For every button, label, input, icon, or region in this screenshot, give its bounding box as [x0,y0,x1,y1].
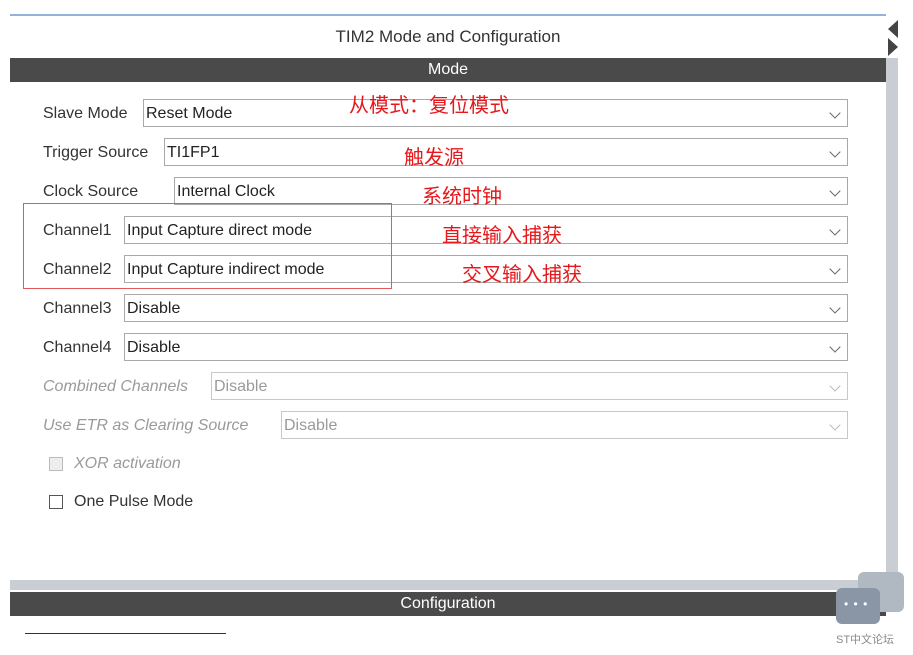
chevron-down-icon [829,146,841,158]
channel4-row: Channel4 Disable [43,333,848,363]
bottom-divider [25,633,226,634]
chevron-down-icon [829,302,841,314]
annotation-channel1: 直接输入捕获 [442,223,562,247]
clock-source-value: Internal Clock [177,183,275,200]
use-etr-select: Disable [281,411,848,439]
chevron-down-icon [829,107,841,119]
mode-section-header[interactable]: Mode [10,58,886,82]
horizontal-scrollbar[interactable] [10,580,886,590]
slave-mode-value: Reset Mode [146,105,233,122]
channel3-select[interactable]: Disable [124,294,848,322]
xor-activation-label: XOR activation [74,455,181,472]
use-etr-value: Disable [284,417,338,434]
watermark: ST中文论坛 [836,634,895,646]
clock-source-select[interactable]: Internal Clock [174,177,848,205]
channel3-row: Channel3 Disable [43,294,848,324]
channel4-value: Disable [127,339,181,356]
channel3-label: Channel3 [43,300,112,317]
annotation-channel2: 交叉输入捕获 [462,262,582,286]
trigger-source-select[interactable]: TI1FP1 [164,138,848,166]
chevron-down-icon [829,224,841,236]
channel-highlight-box [23,203,392,289]
annotation-slave-mode: 从模式：复位模式 [349,93,509,117]
vertical-scrollbar[interactable] [886,58,898,590]
expand-right-icon[interactable] [888,38,898,56]
channel3-value: Disable [127,300,181,317]
annotation-trigger-source: 触发源 [404,145,464,169]
one-pulse-mode-label[interactable]: One Pulse Mode [74,491,193,513]
trigger-source-value: TI1FP1 [167,144,220,161]
checkbox-box[interactable] [49,495,63,509]
annotation-clock-source: 系统时钟 [422,184,502,208]
configuration-section-header[interactable]: Configuration [10,592,886,616]
chevron-down-icon [829,341,841,353]
chevron-down-icon [829,380,841,392]
chat-icon[interactable] [836,588,880,624]
slave-mode-label: Slave Mode [43,105,128,122]
collapse-left-icon[interactable] [888,20,898,38]
checkbox-box [49,457,63,471]
one-pulse-mode-checkbox[interactable]: One Pulse Mode [49,491,249,513]
channel4-select[interactable]: Disable [124,333,848,361]
chevron-down-icon [829,263,841,275]
chevron-down-icon [829,419,841,431]
combined-channels-value: Disable [214,378,268,395]
use-etr-label: Use ETR as Clearing Source [43,417,249,434]
use-etr-row: Use ETR as Clearing Source Disable [43,411,848,441]
combined-channels-select: Disable [211,372,848,400]
xor-activation-checkbox: XOR activation [49,453,249,475]
chevron-down-icon [829,185,841,197]
combined-channels-label: Combined Channels [43,378,188,395]
combined-channels-row: Combined Channels Disable [43,372,848,402]
channel4-label: Channel4 [43,339,112,356]
panel-title: TIM2 Mode and Configuration [335,27,561,46]
trigger-source-label: Trigger Source [43,144,149,161]
